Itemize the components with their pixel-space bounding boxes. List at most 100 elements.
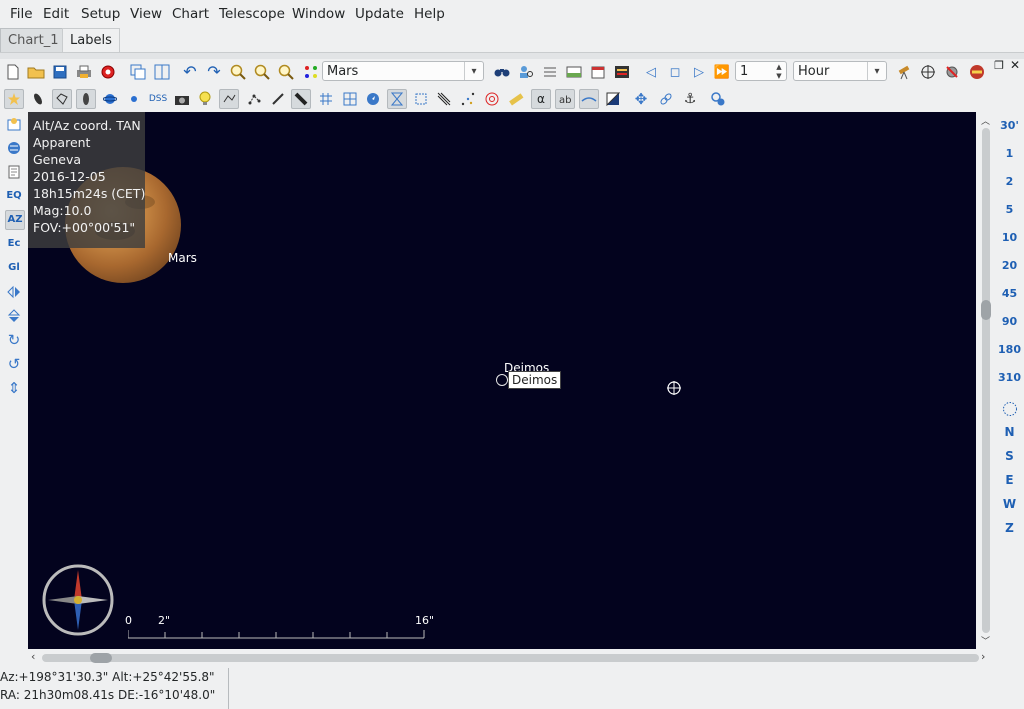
calendar-sun-icon[interactable]	[4, 114, 24, 134]
fov-button[interactable]: 45	[995, 287, 1024, 300]
redo-icon[interactable]: ↷	[204, 62, 224, 82]
close-window-icon[interactable]: ✕	[1008, 58, 1022, 72]
menu-update[interactable]: Update	[355, 6, 404, 22]
object-type-icon[interactable]	[301, 62, 321, 82]
light-bulb-icon[interactable]	[195, 89, 215, 109]
fov-button[interactable]: 10	[995, 231, 1024, 244]
duplicate-window-icon[interactable]	[128, 62, 148, 82]
config-gear-icon[interactable]	[98, 62, 118, 82]
ec-projection-button[interactable]: Ec	[4, 234, 24, 254]
gl-projection-button[interactable]: Gl	[4, 258, 24, 278]
scroll-down-icon[interactable]: ﹀	[981, 634, 990, 647]
fill-sky-icon[interactable]	[603, 89, 623, 109]
flip-horizontal-icon[interactable]	[4, 282, 24, 302]
horizon-line-icon[interactable]	[579, 89, 599, 109]
asteroid-icon[interactable]	[124, 89, 144, 109]
label-icon[interactable]: ab	[555, 89, 575, 109]
east-button[interactable]: E	[995, 473, 1024, 487]
planet-icon[interactable]	[100, 89, 120, 109]
spin-up-icon[interactable]: ▲	[772, 63, 786, 72]
horizon-icon[interactable]	[564, 62, 584, 82]
fov-button[interactable]: 30'	[995, 119, 1024, 132]
frame-icon[interactable]	[411, 89, 431, 109]
list-icon[interactable]	[540, 62, 560, 82]
chevron-down-icon[interactable]: ▾	[867, 62, 886, 80]
nebula-icon[interactable]	[28, 89, 48, 109]
zenith-button[interactable]: Z	[995, 521, 1024, 535]
time-bar-icon[interactable]	[612, 62, 632, 82]
save-icon[interactable]	[50, 62, 70, 82]
link-icon[interactable]	[656, 89, 676, 109]
fov-button[interactable]: 1	[995, 147, 1024, 160]
dotted-line-icon[interactable]	[458, 89, 478, 109]
calendar-icon[interactable]	[588, 62, 608, 82]
fov-button[interactable]: 310	[995, 371, 1024, 384]
eq-projection-button[interactable]: EQ	[4, 186, 24, 206]
vertical-scrollbar[interactable]: ︿ ﹀	[979, 112, 993, 649]
outline-icon[interactable]	[52, 89, 72, 109]
obs-location-icon[interactable]	[708, 89, 728, 109]
menu-view[interactable]: View	[130, 6, 162, 22]
menu-file[interactable]: File	[10, 6, 33, 22]
crosshair-icon[interactable]	[918, 62, 938, 82]
constellation-boundaries-icon[interactable]	[244, 89, 264, 109]
new-file-icon[interactable]	[3, 62, 23, 82]
open-folder-icon[interactable]	[26, 62, 46, 82]
hourglass-icon[interactable]	[387, 89, 407, 109]
asterism-icon[interactable]	[268, 89, 288, 109]
scroll-up-icon[interactable]: ︿	[981, 114, 990, 127]
tab-chart-1[interactable]: Chart_1	[0, 28, 67, 52]
menu-setup[interactable]: Setup	[81, 6, 120, 22]
horizontal-scrollbar[interactable]: ‹ ›	[28, 650, 994, 666]
find-user-icon[interactable]	[516, 62, 536, 82]
compass-icon[interactable]	[363, 89, 383, 109]
move-icon[interactable]: ✥	[631, 89, 651, 109]
resize-vertical-icon[interactable]: ⇕	[4, 378, 24, 398]
zoom-out-icon[interactable]	[252, 62, 272, 82]
undo-icon[interactable]: ↶	[180, 62, 200, 82]
spin-down-icon[interactable]: ▼	[772, 72, 786, 81]
flip-vertical-icon[interactable]	[4, 306, 24, 326]
sky-chart[interactable]: Alt/Az coord. TAN Apparent Geneva 2016-1…	[28, 112, 976, 649]
milky-way-band-icon[interactable]	[291, 89, 311, 109]
zenith-dial-icon[interactable]	[1002, 401, 1018, 417]
step-forward-icon[interactable]: ▷	[689, 62, 709, 82]
step-value-spinbox[interactable]: 1 ▲ ▼	[735, 61, 787, 81]
fov-button[interactable]: 90	[995, 315, 1024, 328]
constellation-lines-icon[interactable]	[219, 89, 239, 109]
menu-chart[interactable]: Chart	[172, 6, 209, 22]
fov-button[interactable]: 5	[995, 203, 1024, 216]
milky-way-icon[interactable]	[76, 89, 96, 109]
fast-forward-icon[interactable]: ⏩	[712, 62, 732, 82]
notes-icon[interactable]	[4, 162, 24, 182]
scroll-track[interactable]	[42, 654, 979, 662]
rotate-ccw-icon[interactable]: ↺	[4, 354, 24, 374]
tile-window-icon[interactable]	[152, 62, 172, 82]
fov-button[interactable]: 180	[995, 343, 1024, 356]
globe-icon[interactable]	[4, 138, 24, 158]
eq-grid-icon[interactable]	[340, 89, 360, 109]
dss-button[interactable]: DSS	[145, 89, 171, 109]
alpha-icon[interactable]: α	[531, 89, 551, 109]
deimos-marker[interactable]	[496, 374, 508, 386]
object-search-combo[interactable]: Mars ▾	[322, 61, 484, 81]
fov-button[interactable]: 20	[995, 259, 1024, 272]
scroll-track[interactable]	[982, 128, 990, 633]
mars-label[interactable]: Mars	[168, 251, 197, 265]
north-button[interactable]: N	[995, 425, 1024, 439]
zoom-in-icon[interactable]	[228, 62, 248, 82]
stop-icon[interactable]: ◻	[665, 62, 685, 82]
diagonal-lines-icon[interactable]	[434, 89, 454, 109]
no-entry-icon[interactable]	[967, 62, 987, 82]
west-button[interactable]: W	[995, 497, 1024, 511]
camera-icon[interactable]	[172, 89, 192, 109]
tab-labels[interactable]: Labels	[62, 28, 120, 52]
ruler-icon[interactable]	[506, 89, 526, 109]
stars-icon[interactable]	[4, 89, 24, 109]
tools-icon[interactable]	[942, 62, 962, 82]
fov-button[interactable]: 2	[995, 175, 1024, 188]
menu-telescope[interactable]: Telescope	[219, 6, 285, 22]
scroll-thumb[interactable]	[981, 300, 991, 320]
menu-edit[interactable]: Edit	[43, 6, 69, 22]
rotate-cw-icon[interactable]: ↻	[4, 330, 24, 350]
